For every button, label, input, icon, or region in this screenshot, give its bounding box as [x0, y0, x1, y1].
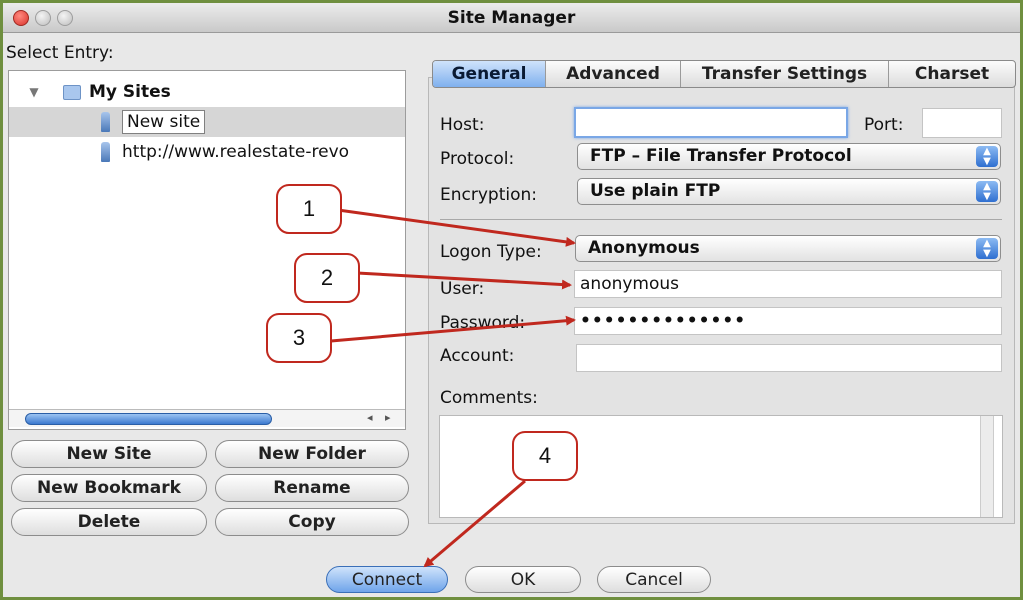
- select-entry-label: Select Entry:: [6, 43, 114, 63]
- disclosure-triangle-icon[interactable]: ▼: [25, 85, 43, 99]
- port-input[interactable]: [922, 108, 1002, 138]
- select-arrows-icon: ▲ ▼: [976, 146, 998, 167]
- callout-3: 3: [266, 313, 332, 363]
- tree-root-row[interactable]: ▼ My Sites: [9, 77, 405, 107]
- encryption-label: Encryption:: [440, 185, 537, 205]
- settings-tab-bar: General Advanced Transfer Settings Chars…: [432, 60, 1016, 88]
- select-arrows-icon: ▲ ▼: [976, 181, 998, 202]
- folder-icon: [63, 84, 81, 100]
- tree-item-new-site[interactable]: New site: [9, 107, 405, 137]
- new-site-button[interactable]: New Site: [11, 440, 207, 468]
- host-label: Host:: [440, 115, 485, 135]
- title-bar: Site Manager: [3, 3, 1020, 33]
- callout-2: 2: [294, 253, 360, 303]
- scroll-right-arrow-icon[interactable]: ▸: [385, 411, 391, 424]
- new-bookmark-button[interactable]: New Bookmark: [11, 474, 207, 502]
- scroll-left-arrow-icon[interactable]: ◂: [367, 411, 373, 424]
- delete-button[interactable]: Delete: [11, 508, 207, 536]
- site-tree[interactable]: ▼ My Sites New site http://www.realestat…: [8, 70, 406, 430]
- tab-charset[interactable]: Charset: [889, 61, 1015, 87]
- user-label: User:: [440, 279, 485, 299]
- copy-button[interactable]: Copy: [215, 508, 409, 536]
- rename-button[interactable]: Rename: [215, 474, 409, 502]
- section-divider: [440, 219, 1002, 220]
- tree-item-realestate[interactable]: http://www.realestate-revo: [9, 137, 405, 167]
- tree-item-label: New site: [122, 110, 206, 134]
- site-icon: [101, 142, 110, 162]
- account-input[interactable]: [576, 344, 1002, 372]
- password-input[interactable]: ••••••••••••••: [574, 307, 1002, 335]
- protocol-select[interactable]: FTP – File Transfer Protocol ▲ ▼: [577, 143, 1001, 170]
- tab-advanced[interactable]: Advanced: [546, 61, 681, 87]
- window-title: Site Manager: [447, 8, 576, 28]
- tab-transfer-settings[interactable]: Transfer Settings: [681, 61, 889, 87]
- host-input[interactable]: [574, 107, 848, 138]
- encryption-value: Use plain FTP: [590, 181, 721, 201]
- scrollbar-thumb[interactable]: [25, 413, 272, 425]
- callout-1: 1: [276, 184, 342, 234]
- account-label: Account:: [440, 346, 515, 366]
- ok-button[interactable]: OK: [465, 566, 581, 593]
- user-input[interactable]: anonymous: [574, 270, 1002, 298]
- select-arrows-icon: ▲ ▼: [976, 238, 998, 259]
- logon-type-label: Logon Type:: [440, 242, 542, 262]
- connect-button[interactable]: Connect: [326, 566, 448, 593]
- protocol-label: Protocol:: [440, 149, 515, 169]
- tree-root-label: My Sites: [89, 82, 171, 102]
- protocol-value: FTP – File Transfer Protocol: [590, 146, 852, 166]
- logon-type-value: Anonymous: [588, 238, 700, 258]
- cancel-button[interactable]: Cancel: [597, 566, 711, 593]
- site-icon: [101, 112, 110, 132]
- encryption-select[interactable]: Use plain FTP ▲ ▼: [577, 178, 1001, 205]
- comments-label: Comments:: [440, 388, 538, 408]
- tree-item-label: http://www.realestate-revo: [122, 142, 350, 162]
- new-folder-button[interactable]: New Folder: [215, 440, 409, 468]
- password-label: Password:: [440, 313, 526, 333]
- callout-4: 4: [512, 431, 578, 481]
- port-label: Port:: [864, 115, 904, 135]
- tab-general[interactable]: General: [433, 61, 546, 87]
- tree-horizontal-scrollbar[interactable]: ◂ ▸: [9, 409, 405, 427]
- logon-type-select[interactable]: Anonymous ▲ ▼: [575, 235, 1001, 262]
- comments-scrollbar[interactable]: [980, 416, 994, 517]
